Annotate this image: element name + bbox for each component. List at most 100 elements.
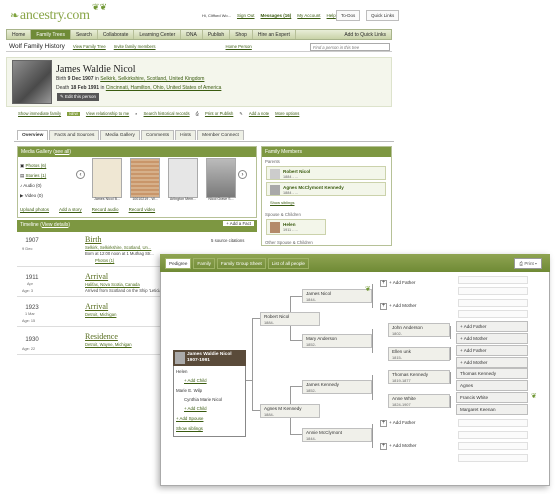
view-family-tree-link[interactable]: View Family Tree: [73, 44, 106, 49]
media-thumb[interactable]: [92, 158, 122, 198]
add-father-button[interactable]: + + Add Father: [380, 420, 415, 427]
record-video-link[interactable]: Record video: [129, 207, 156, 212]
show-siblings-link[interactable]: Show siblings: [270, 200, 294, 205]
invite-link[interactable]: Invite family members: [114, 44, 156, 49]
add-fact-button[interactable]: + Add a Fact: [223, 221, 254, 226]
empty-ancestor-slot[interactable]: [458, 299, 528, 307]
ancestor-card[interactable]: Thomas Kennedy: [456, 368, 528, 379]
stories-item[interactable]: ▤ Stories (1): [20, 171, 46, 181]
spouse-marie[interactable]: Marie E. Wilp: [176, 388, 202, 393]
search-records-link[interactable]: Search historical records: [144, 111, 190, 116]
hint-leaf-icon[interactable]: ❦: [365, 285, 371, 293]
spouse-helen[interactable]: Helen: [176, 369, 187, 374]
add-child-link[interactable]: + Add Child: [184, 378, 207, 383]
add-father-button[interactable]: + + Add Father: [380, 280, 415, 287]
empty-ancestor-slot[interactable]: [458, 276, 528, 284]
parent-card[interactable]: Agnes M Kennedy 1884-: [260, 404, 320, 418]
nav-family-trees[interactable]: Family Trees: [31, 30, 71, 39]
edit-person-button[interactable]: ✎ Edit this person: [57, 93, 100, 101]
person-photo[interactable]: [12, 60, 52, 104]
print-button[interactable]: ⎙ Print ▾: [514, 258, 542, 269]
add-mother-button[interactable]: + + Add Mother: [380, 303, 416, 310]
grandparent-card[interactable]: James Nicol 1844-: [302, 289, 372, 303]
empty-ancestor-slot[interactable]: [458, 431, 528, 439]
print-publish-link[interactable]: Print or Publish: [205, 111, 233, 116]
hint-leaf-icon[interactable]: ❦: [531, 392, 537, 400]
spouse-card[interactable]: Helen 1911 - ...: [266, 219, 326, 235]
nav-search[interactable]: Search: [71, 30, 98, 39]
tab-hints[interactable]: Hints: [175, 130, 197, 140]
nav-hire-expert[interactable]: Hire an Expert: [253, 30, 296, 39]
parent-card[interactable]: Robert Nicol 1884-: [260, 312, 320, 326]
ancestor-card[interactable]: Margaret Keenan: [456, 404, 528, 415]
tab-overview[interactable]: Overview: [17, 130, 49, 140]
tab-media-gallery[interactable]: Media Gallery: [100, 130, 140, 140]
grandparent-card[interactable]: Mary Anderson 1852-: [302, 334, 372, 348]
add-mother-button[interactable]: + Add Mother: [456, 333, 528, 344]
to-dos-button[interactable]: To-Dos: [336, 10, 361, 21]
media-thumb[interactable]: [168, 158, 198, 198]
see-all-link[interactable]: see all: [55, 149, 69, 155]
add-quick-links-button[interactable]: Add to Quick Links: [339, 30, 391, 39]
add-mother-button[interactable]: + + Add Mother: [380, 443, 416, 450]
nav-home[interactable]: Home: [7, 30, 32, 39]
grandparent-card[interactable]: Annie McClymont 1844-: [302, 428, 372, 442]
help-link[interactable]: Help: [327, 13, 336, 18]
mother-card[interactable]: Agnes McClymont Kennedy 1884 - ...: [266, 182, 386, 196]
nav-dna[interactable]: DNA: [181, 30, 203, 39]
event-title[interactable]: Arrival: [85, 302, 108, 311]
add-child-link[interactable]: + Add Child: [184, 406, 207, 411]
great-grandparent-card[interactable]: John Anderson 1802-: [388, 323, 450, 337]
tab-list-all-people[interactable]: List of all people: [267, 257, 309, 269]
ancestry-logo[interactable]: ❧ancestry.com: [10, 8, 90, 24]
prev-arrow-icon[interactable]: ‹: [76, 170, 85, 179]
empty-ancestor-slot[interactable]: [458, 287, 528, 295]
audio-item[interactable]: ♪ Audio (0): [20, 181, 46, 191]
tab-pedigree[interactable]: Pedigree: [165, 257, 192, 269]
grandparent-card[interactable]: James Kennedy 1852-: [302, 380, 372, 394]
sign-out-link[interactable]: Sign Out: [237, 13, 255, 18]
add-mother-button[interactable]: + Add Mother: [456, 357, 528, 368]
great-grandparent-card[interactable]: Thomas Kennedy 1819-1877: [388, 370, 450, 384]
add-story-link[interactable]: Add a story: [59, 207, 82, 212]
child-cynthia[interactable]: Cynthia Marie Nicol: [184, 397, 222, 402]
home-person-link[interactable]: Home Person: [226, 44, 252, 49]
video-item[interactable]: ▶ Video (0): [20, 191, 46, 201]
tab-facts-sources[interactable]: Facts and Sources: [49, 130, 100, 140]
find-person-input[interactable]: Find a person in this tree: [310, 43, 390, 51]
nav-publish[interactable]: Publish: [203, 30, 231, 39]
empty-ancestor-slot[interactable]: [458, 442, 528, 450]
great-grandparent-card[interactable]: Ellen unk 1815-: [388, 347, 450, 361]
tab-member-connect[interactable]: Member Connect: [197, 130, 244, 140]
ancestor-card[interactable]: Agnes: [456, 380, 528, 391]
media-thumb[interactable]: [206, 158, 236, 198]
photos-item[interactable]: ▣ Photos (6): [20, 161, 46, 171]
empty-ancestor-slot[interactable]: [458, 419, 528, 427]
messages-link[interactable]: Messages (16): [261, 13, 292, 18]
event-title[interactable]: Birth: [85, 235, 101, 244]
tree-title[interactable]: Wolf Family History: [9, 43, 65, 50]
my-account-link[interactable]: My Account: [297, 13, 320, 18]
event-title[interactable]: Residence: [85, 332, 118, 341]
nav-learning-center[interactable]: Learning Center: [134, 30, 182, 39]
next-arrow-icon[interactable]: ›: [238, 170, 247, 179]
show-siblings-link[interactable]: Show siblings: [176, 426, 203, 431]
event-title[interactable]: Arrival: [85, 272, 108, 281]
nav-collaborate[interactable]: Collaborate: [98, 30, 135, 39]
show-immediate-family-link[interactable]: Show immediate family: [18, 111, 61, 116]
quick-links-button[interactable]: Quick Links: [366, 10, 400, 21]
great-grandparent-card[interactable]: Anne White 1824-1907: [388, 394, 450, 408]
more-options-link[interactable]: More options: [275, 111, 299, 116]
father-card[interactable]: Robert Nicol 1884 - ...: [266, 166, 386, 180]
tab-family[interactable]: Family: [193, 257, 215, 269]
upload-photos-link[interactable]: Upload photos: [20, 207, 49, 212]
death-place-link[interactable]: Cincinnati, Hamilton, Ohio, United State…: [106, 85, 222, 91]
add-father-button[interactable]: + Add Father: [456, 321, 528, 332]
nav-shop[interactable]: Shop: [230, 30, 253, 39]
add-spouse-link[interactable]: + Add Spouse: [176, 416, 203, 421]
view-relationship-link[interactable]: View relationship to me: [86, 111, 129, 116]
ancestor-card[interactable]: Francis White: [456, 392, 528, 403]
view-details-link[interactable]: View details: [42, 222, 69, 228]
add-father-button[interactable]: + Add Father: [456, 345, 528, 356]
media-thumb[interactable]: [130, 158, 160, 198]
